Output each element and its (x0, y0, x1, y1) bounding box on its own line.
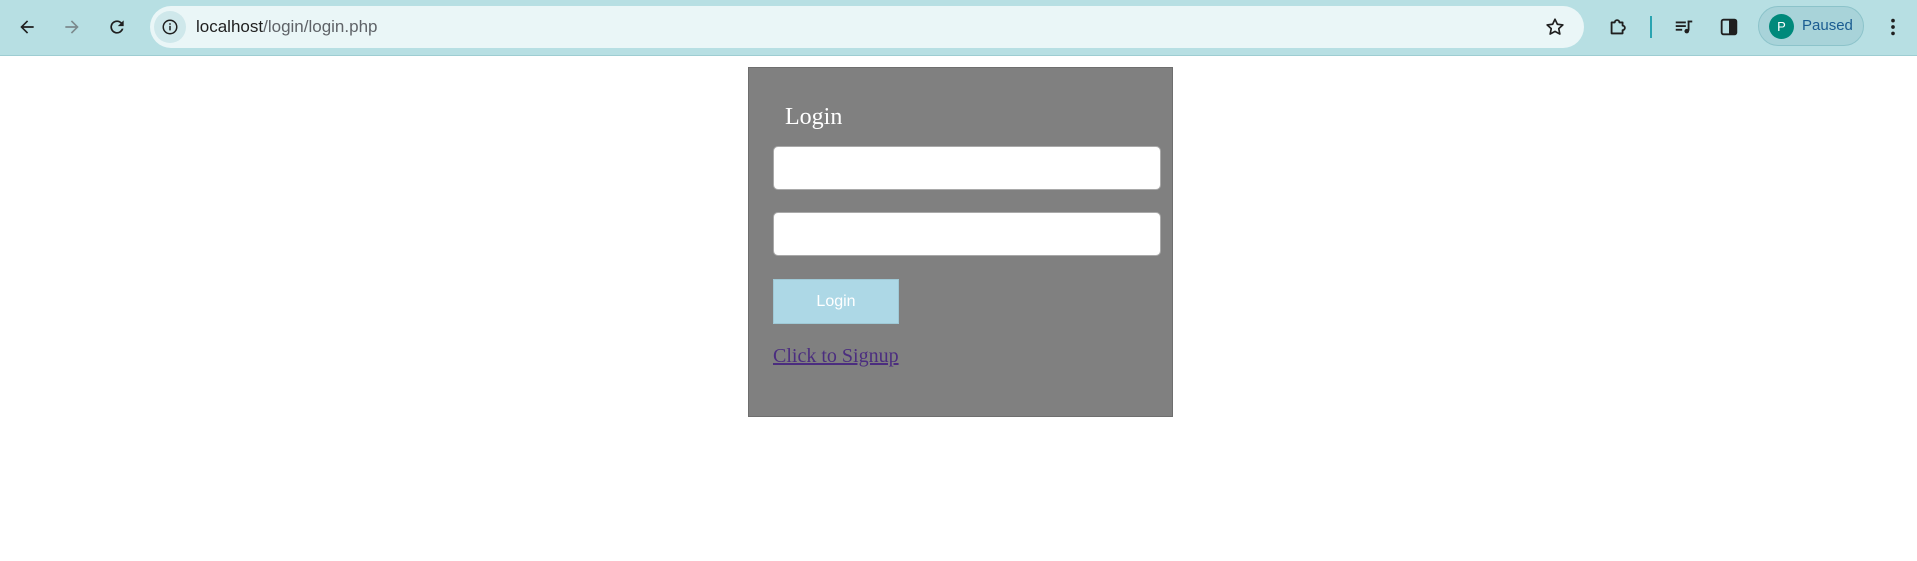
site-info-button[interactable] (154, 11, 186, 43)
url-text[interactable]: localhost/login/login.php (196, 16, 377, 38)
login-form: Login Login Click to Signup (748, 67, 1173, 417)
signup-link[interactable]: Click to Signup (773, 345, 899, 368)
arrow-left-icon (20, 20, 34, 34)
url-path: /login/login.php (263, 17, 378, 36)
forward-button[interactable] (55, 10, 89, 44)
star-icon[interactable] (1544, 16, 1566, 38)
media-controls-button[interactable] (1670, 13, 1698, 41)
queue-music-icon (1675, 20, 1693, 34)
profile-status: Paused (1802, 17, 1853, 34)
kebab-menu-icon (1891, 18, 1895, 36)
login-button[interactable]: Login (773, 279, 899, 324)
avatar: P (1769, 14, 1794, 39)
browser-toolbar: localhost/login/login.php P Paused (0, 0, 1917, 56)
reload-button[interactable] (100, 10, 134, 44)
profile-button[interactable]: P Paused (1758, 6, 1864, 46)
url-host: localhost (196, 17, 264, 36)
login-title: Login (785, 104, 843, 130)
browser-menu-button[interactable] (1879, 13, 1907, 41)
puzzle-icon (1610, 19, 1626, 35)
arrow-right-icon (65, 20, 79, 34)
side-panel-button[interactable] (1715, 13, 1743, 41)
toolbar-divider (1650, 16, 1652, 38)
extensions-button[interactable] (1604, 13, 1632, 41)
password-input[interactable] (773, 212, 1161, 256)
side-panel-icon (1720, 18, 1738, 36)
info-icon (162, 19, 178, 35)
back-button[interactable] (10, 10, 44, 44)
username-input[interactable] (773, 146, 1161, 190)
address-bar[interactable]: localhost/login/login.php (150, 6, 1584, 48)
reload-icon (110, 20, 124, 34)
